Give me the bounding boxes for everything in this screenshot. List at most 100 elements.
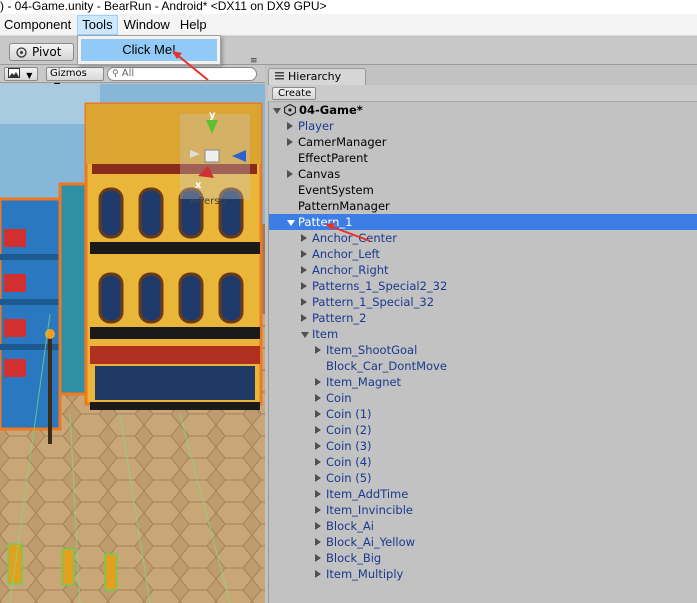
- search-icon: ⚲: [112, 69, 119, 79]
- hierarchy-row[interactable]: Coin (5): [269, 470, 697, 486]
- menu-component[interactable]: Component: [0, 15, 75, 35]
- hierarchy-row[interactable]: Coin: [269, 390, 697, 406]
- chevron-right-icon[interactable]: [301, 266, 307, 274]
- hierarchy-row-label: Pattern_1: [298, 215, 353, 229]
- hierarchy-row[interactable]: Item_Magnet: [269, 374, 697, 390]
- create-label: Create: [278, 88, 312, 99]
- hierarchy-row[interactable]: EventSystem: [269, 182, 697, 198]
- chevron-right-icon[interactable]: [315, 410, 321, 418]
- hierarchy-row-label: Coin (4): [326, 455, 372, 469]
- hierarchy-row[interactable]: Pattern_2: [269, 310, 697, 326]
- hierarchy-row[interactable]: Block_Ai: [269, 518, 697, 534]
- hierarchy-row[interactable]: Item_Multiply: [269, 566, 697, 582]
- scene-render: [0, 84, 265, 603]
- hierarchy-row[interactable]: Coin (4): [269, 454, 697, 470]
- chevron-right-icon[interactable]: [315, 346, 321, 354]
- hierarchy-row-label: Anchor_Center: [312, 231, 397, 245]
- hierarchy-row[interactable]: EffectParent: [269, 150, 697, 166]
- menu-tools[interactable]: Tools: [77, 14, 118, 35]
- hierarchy-row[interactable]: PatternManager: [269, 198, 697, 214]
- hierarchy-row-label: Item_ShootGoal: [326, 343, 418, 357]
- hierarchy-row[interactable]: Anchor_Right: [269, 262, 697, 278]
- chevron-right-icon[interactable]: [315, 570, 321, 578]
- hierarchy-row-label: Coin (1): [326, 407, 372, 421]
- chevron-right-icon[interactable]: [301, 298, 307, 306]
- chevron-right-icon[interactable]: [301, 250, 307, 258]
- chevron-down-icon[interactable]: [273, 108, 281, 114]
- chevron-down-icon: ▼: [26, 71, 33, 80]
- chevron-right-icon[interactable]: [301, 234, 307, 242]
- chevron-down-icon[interactable]: [301, 332, 309, 338]
- hierarchy-row[interactable]: Item_AddTime: [269, 486, 697, 502]
- pivot-button[interactable]: Pivot: [9, 43, 74, 61]
- chevron-right-icon[interactable]: [315, 378, 321, 386]
- hierarchy-row-label: Item_Magnet: [326, 375, 402, 389]
- window-title: ) - 04-Game.unity - BearRun - Android* <…: [0, 0, 697, 14]
- click-me-menu-item[interactable]: Click Me!: [81, 39, 217, 61]
- menu-window[interactable]: Window: [120, 15, 174, 35]
- pivot-label: Pivot: [32, 45, 62, 59]
- persp-label[interactable]: ←Persp: [190, 196, 226, 207]
- chevron-right-icon[interactable]: [315, 442, 321, 450]
- hierarchy-row-label: Block_Car_DontMove: [326, 359, 447, 373]
- hierarchy-row[interactable]: Patterns_1_Special2_32: [269, 278, 697, 294]
- menu-icon[interactable]: ≡: [250, 56, 258, 66]
- chevron-right-icon[interactable]: [287, 122, 293, 130]
- hierarchy-row-label: EffectParent: [298, 151, 368, 165]
- hierarchy-row[interactable]: Pattern_1: [269, 214, 697, 230]
- gizmos-label: Gizmos: [50, 68, 87, 79]
- create-button[interactable]: Create ▼: [272, 87, 316, 109]
- hierarchy-row-label: Block_Big: [326, 551, 382, 565]
- hierarchy-row-label: Coin (5): [326, 471, 372, 485]
- scene-orientation-gizmo: [180, 114, 250, 199]
- hierarchy-row[interactable]: Item_Invincible: [269, 502, 697, 518]
- hierarchy-row[interactable]: Block_Car_DontMove: [269, 358, 697, 374]
- hierarchy-row[interactable]: Coin (1): [269, 406, 697, 422]
- tools-dropdown-menu: Click Me!: [77, 35, 221, 65]
- gizmos-dropdown[interactable]: Gizmos ▼: [46, 67, 104, 90]
- hierarchy-row-label: Item_AddTime: [326, 487, 409, 501]
- chevron-right-icon[interactable]: [315, 554, 321, 562]
- hierarchy-row[interactable]: Item_ShootGoal: [269, 342, 697, 358]
- hierarchy-row[interactable]: Anchor_Left: [269, 246, 697, 262]
- chevron-right-icon[interactable]: [315, 522, 321, 530]
- chevron-right-icon[interactable]: [315, 538, 321, 546]
- hierarchy-row[interactable]: Canvas: [269, 166, 697, 182]
- hierarchy-row-label: Player: [298, 119, 334, 133]
- hierarchy-row[interactable]: Block_Big: [269, 550, 697, 566]
- menu-help[interactable]: Help: [176, 15, 211, 35]
- chevron-right-icon[interactable]: [287, 138, 293, 146]
- render-mode-dropdown[interactable]: ▼: [4, 67, 38, 81]
- scene-viewport[interactable]: y x ←Persp: [0, 84, 265, 603]
- chevron-right-icon[interactable]: [315, 426, 321, 434]
- chevron-right-icon[interactable]: [315, 490, 321, 498]
- chevron-right-icon[interactable]: [287, 170, 293, 178]
- hierarchy-row[interactable]: Coin (2): [269, 422, 697, 438]
- menu-bar: Component Tools Window Help: [0, 14, 697, 36]
- scene-root-row[interactable]: 04-Game*: [269, 102, 697, 118]
- hierarchy-row[interactable]: Coin (3): [269, 438, 697, 454]
- hierarchy-row-label: EventSystem: [298, 183, 374, 197]
- chevron-right-icon[interactable]: [301, 282, 307, 290]
- hierarchy-row[interactable]: Anchor_Center: [269, 230, 697, 246]
- hierarchy-row-label: Pattern_1_Special_32: [312, 295, 435, 309]
- scene-search-input[interactable]: ⚲ All: [107, 67, 257, 81]
- chevron-right-icon[interactable]: [301, 314, 307, 322]
- hierarchy-row[interactable]: CamerManager: [269, 134, 697, 150]
- chevron-right-icon[interactable]: [315, 506, 321, 514]
- hierarchy-row[interactable]: Player: [269, 118, 697, 134]
- hierarchy-row-label: Item_Multiply: [326, 567, 404, 581]
- unity-editor-window: ) - 04-Game.unity - BearRun - Android* <…: [0, 0, 697, 603]
- hierarchy-row-label: Anchor_Left: [312, 247, 380, 261]
- hierarchy-row[interactable]: Block_Ai_Yellow: [269, 534, 697, 550]
- tab-hierarchy[interactable]: Hierarchy: [268, 68, 366, 85]
- chevron-right-icon[interactable]: [315, 458, 321, 466]
- image-icon: [8, 68, 23, 81]
- hierarchy-row[interactable]: Pattern_1_Special_32: [269, 294, 697, 310]
- hierarchy-toolbar: Create ▼: [268, 85, 697, 109]
- chevron-down-icon[interactable]: [287, 220, 295, 226]
- hierarchy-row[interactable]: Item: [269, 326, 697, 342]
- hierarchy-row-label: Anchor_Right: [312, 263, 389, 277]
- chevron-right-icon[interactable]: [315, 474, 321, 482]
- chevron-right-icon[interactable]: [315, 394, 321, 402]
